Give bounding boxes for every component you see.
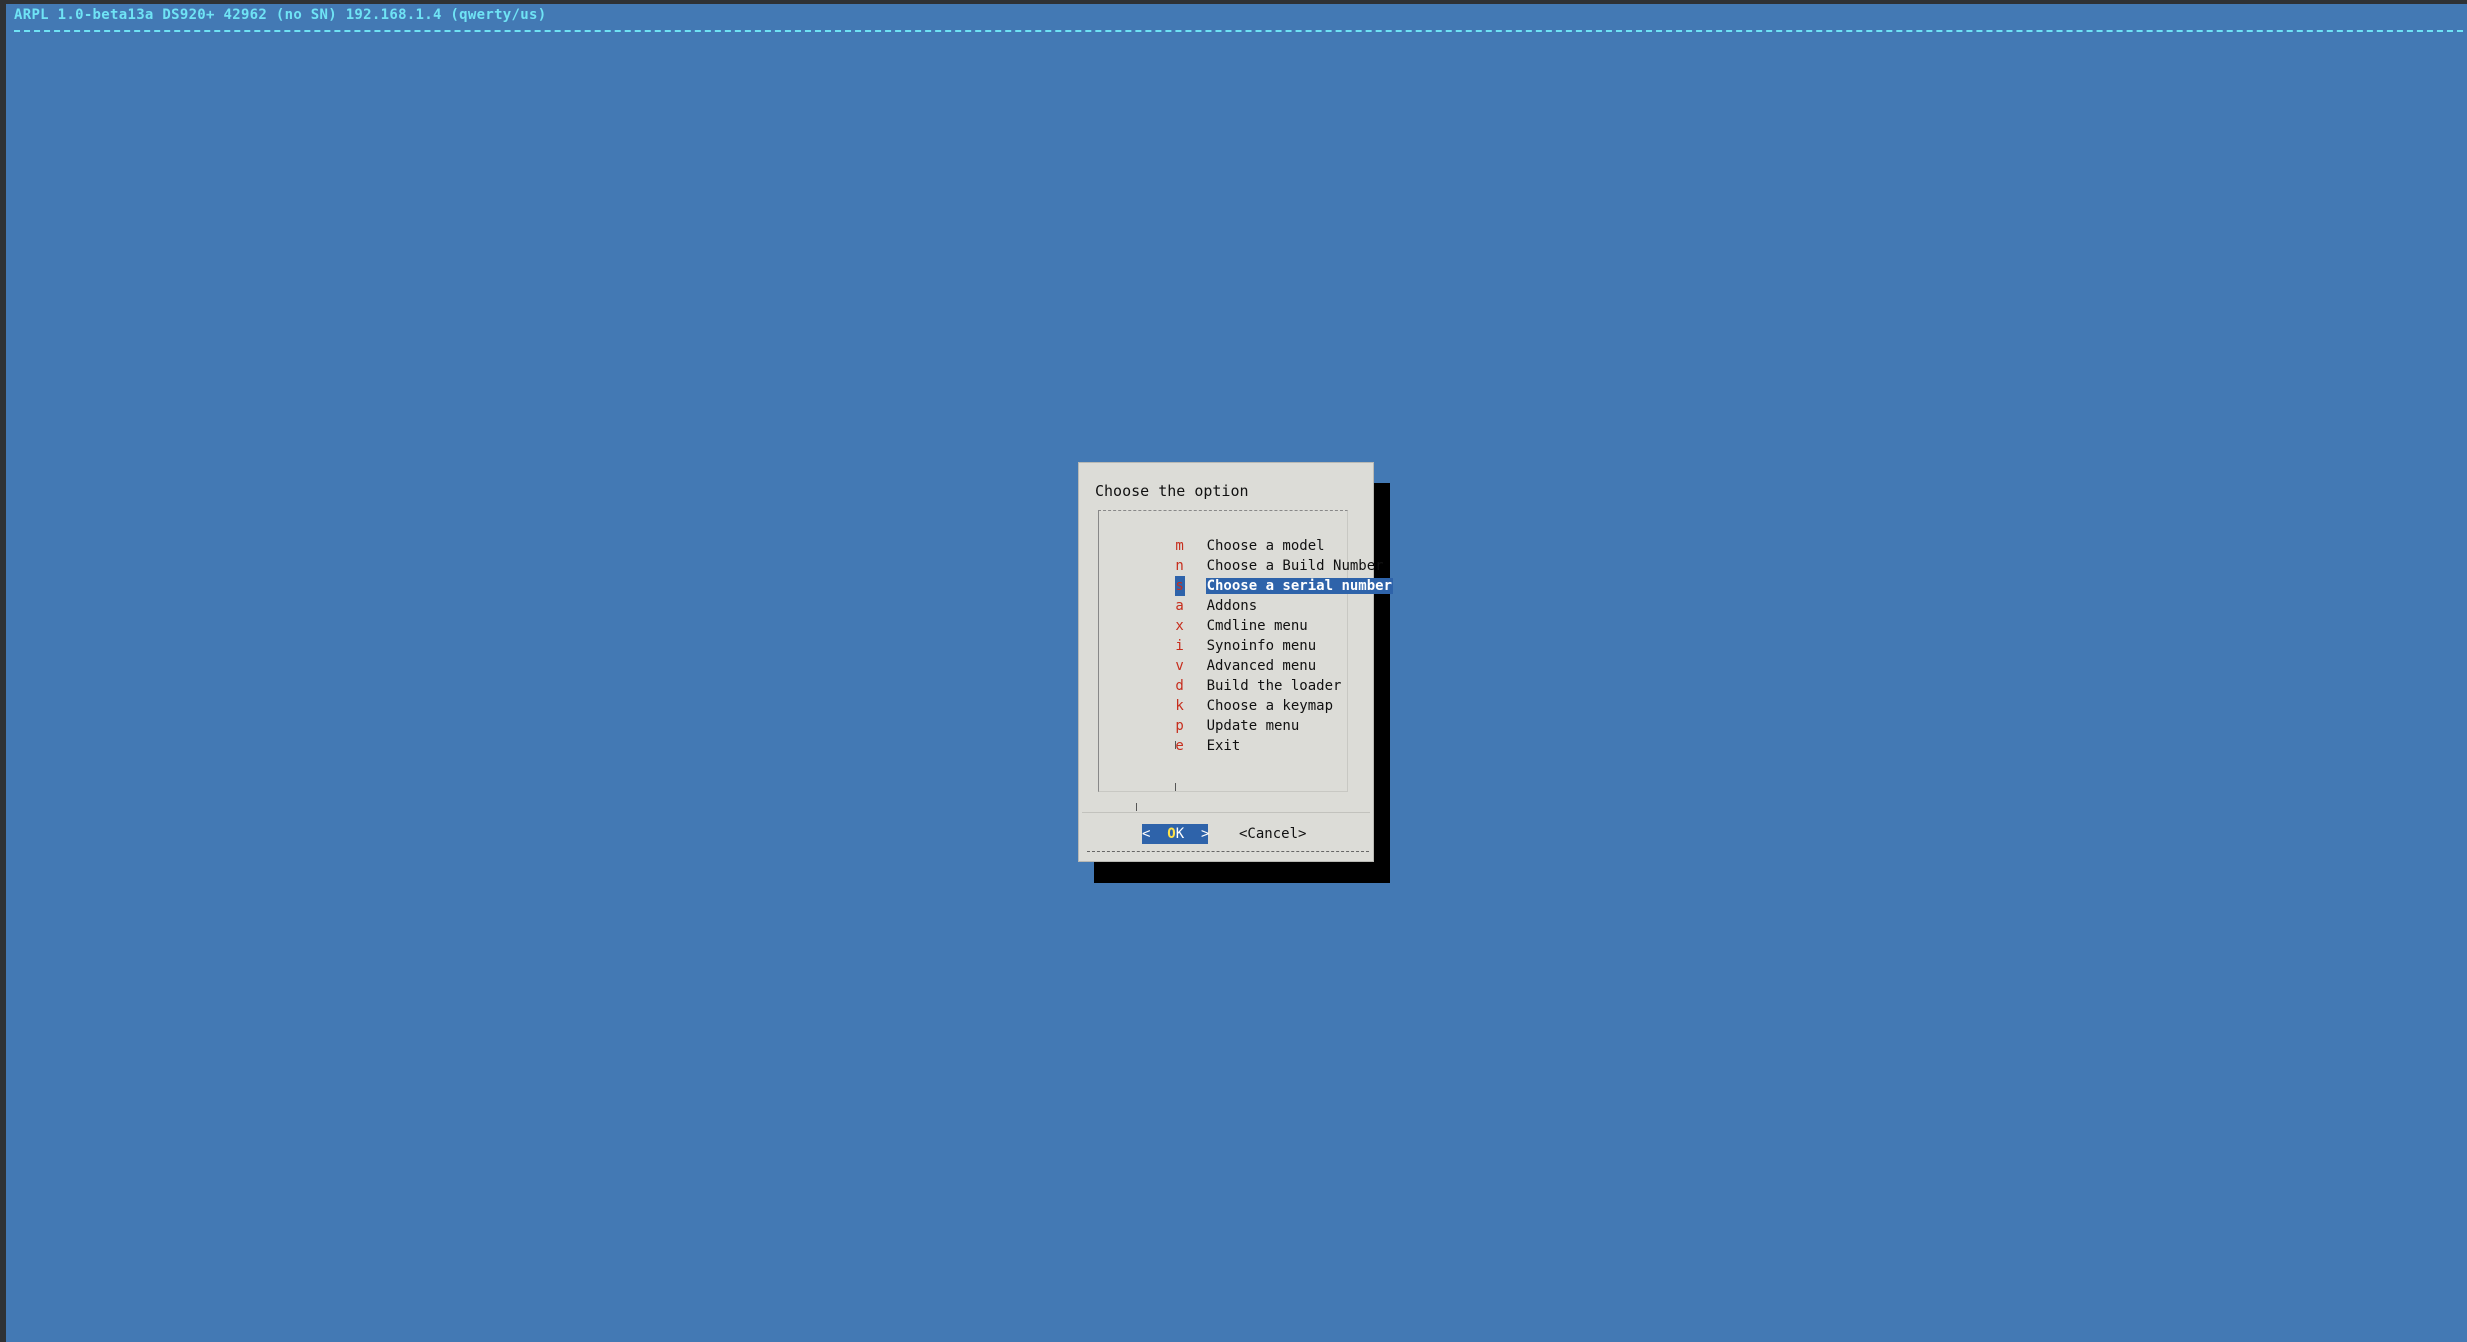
menu-dialog: Choose the option m Choose a model n Choos… [1078, 462, 1394, 862]
ok-right-bracket: K > [1175, 826, 1210, 842]
menu-item-label: Exit [1206, 738, 1241, 754]
menu-list: m Choose a model n Choose a Build Number s… [1098, 510, 1394, 792]
menu-item-advanced-menu[interactable]: v Advanced menu [1124, 636, 1317, 674]
ok-left-bracket: < [1142, 826, 1168, 842]
hotkey-e: e [1175, 738, 1184, 754]
menu-item-synoinfo-menu[interactable]: i Synoinfo menu [1124, 616, 1317, 654]
dialog-title: Choose the option [1095, 482, 1249, 500]
cancel-button[interactable]: <Cancel> [1239, 824, 1306, 844]
dialog-bottom-border [1087, 851, 1369, 852]
menu-item-cmdline-menu[interactable]: x Cmdline menu [1124, 596, 1309, 634]
menu-item-choose-model[interactable]: m Choose a model [1124, 516, 1326, 554]
menu-item-update-menu[interactable]: p Update menu [1124, 696, 1300, 734]
menu-item-exit[interactable]: e Exit [1124, 716, 1241, 754]
ok-hotkey: O [1167, 826, 1176, 842]
menu-item-choose-build-number[interactable]: n Choose a Build Number [1124, 536, 1385, 574]
backtitle-divider [14, 30, 2463, 32]
scroll-marker [1175, 741, 1176, 749]
scroll-marker [1175, 783, 1176, 791]
scroll-marker [1136, 803, 1137, 811]
ok-button[interactable]: < OK > [1142, 824, 1210, 844]
menu-item-addons[interactable]: a Addons [1124, 576, 1258, 614]
backtitle: ARPL 1.0-beta13a DS920+ 42962 (no SN) 19… [14, 7, 547, 23]
menu-item-choose-serial-number[interactable]: s Choose a serial number [1124, 556, 1394, 596]
button-separator [1082, 812, 1370, 813]
menu-item-choose-keymap[interactable]: k Choose a keymap [1124, 676, 1334, 714]
menu-item-build-loader[interactable]: d Build the loader [1124, 656, 1342, 694]
